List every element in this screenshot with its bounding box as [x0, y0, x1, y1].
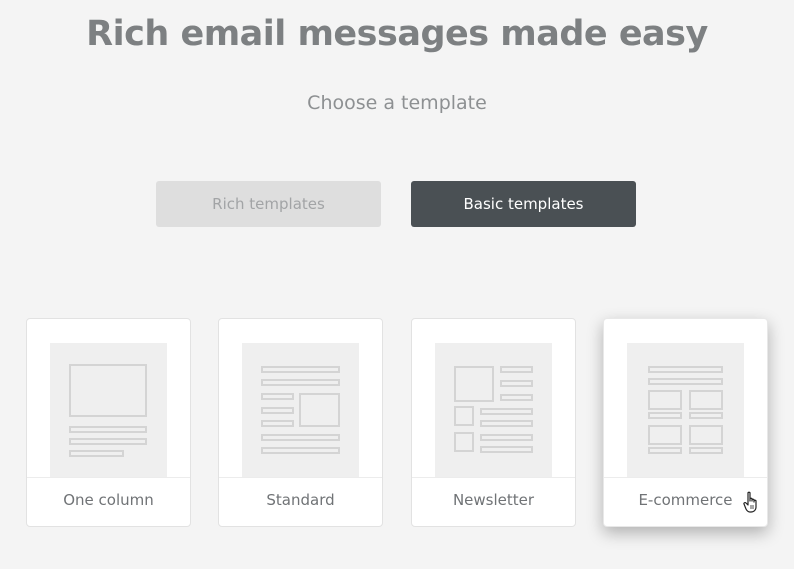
- template-card-one-column[interactable]: One column: [26, 318, 191, 527]
- newsletter-layout-icon: [435, 343, 552, 477]
- page-title: Rich email messages made easy: [86, 14, 708, 54]
- card-divider: [27, 477, 190, 478]
- page-subtitle: Choose a template: [307, 92, 487, 114]
- template-card-newsletter[interactable]: Newsletter: [411, 318, 576, 527]
- tab-basic-templates[interactable]: Basic templates: [411, 181, 636, 227]
- ecommerce-layout-icon: [627, 343, 744, 477]
- tab-rich-templates-label: Rich templates: [212, 195, 325, 213]
- tab-rich-templates[interactable]: Rich templates: [156, 181, 381, 227]
- one-column-layout-icon: [50, 343, 167, 477]
- hand-pointer-icon: [743, 491, 761, 517]
- template-label: Standard: [266, 491, 335, 509]
- template-label: One column: [63, 491, 154, 509]
- standard-layout-icon: [242, 343, 359, 477]
- card-divider: [412, 477, 575, 478]
- tab-basic-templates-label: Basic templates: [463, 195, 584, 213]
- template-label: Newsletter: [452, 491, 535, 509]
- card-divider: [219, 477, 382, 478]
- template-card-ecommerce[interactable]: E-commerce: [603, 318, 768, 527]
- card-divider: [604, 477, 767, 478]
- template-card-standard[interactable]: Standard: [218, 318, 383, 527]
